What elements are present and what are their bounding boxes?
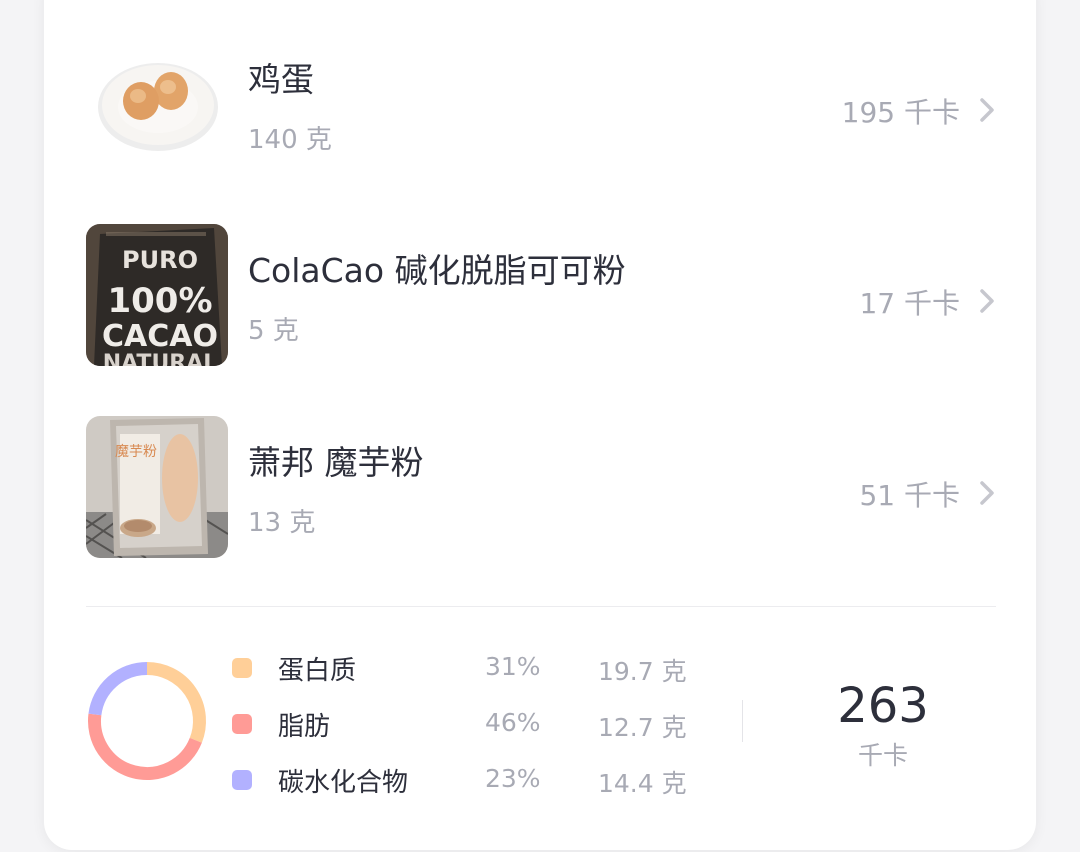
eggs-thumbnail (86, 33, 228, 175)
fat-arc (88, 713, 202, 780)
konjac-thumbnail: 魔芋粉 (86, 416, 228, 558)
chevron-right-icon (980, 481, 994, 505)
macro-percent: 31% (485, 652, 541, 681)
macro-percent: 46% (485, 708, 541, 737)
cacao-thumbnail: PURO 100% CACAO NATURAL (86, 224, 228, 366)
food-item-konjac[interactable]: 魔芋粉 萧邦 魔芋粉 13 克 51 千卡 (86, 416, 1006, 558)
package-text: 100% (107, 281, 212, 321)
carbs-arc (88, 662, 148, 716)
food-calories: 51 千卡 (859, 479, 960, 512)
macro-label: 碳水化合物 (278, 768, 409, 798)
macro-percent: 23% (485, 764, 541, 793)
fat-color-dot (232, 714, 252, 734)
macro-grams: 19.7 克 (598, 657, 687, 686)
total-calories-unit: 千卡 (857, 741, 908, 770)
section-divider (86, 606, 996, 607)
food-item-cacao[interactable]: PURO 100% CACAO NATURAL ColaCao 碱化脱脂可可粉 … (86, 224, 1006, 366)
macro-label: 蛋白质 (278, 656, 357, 686)
food-amount: 140 克 (248, 125, 332, 155)
chevron-right-icon (980, 289, 994, 313)
package-text: 魔芋粉 (115, 444, 157, 460)
food-calories: 195 千卡 (841, 96, 960, 129)
food-calories: 17 千卡 (859, 287, 960, 320)
protein-color-dot (232, 658, 252, 678)
food-item-eggs[interactable]: 鸡蛋 140 克 195 千卡 (86, 33, 1006, 175)
package-text: NATURAL (103, 351, 218, 366)
legend-fat: 脂肪 46% 12.7 克 (230, 704, 700, 744)
food-amount: 5 克 (248, 316, 299, 346)
vertical-divider (742, 700, 743, 742)
macro-label: 脂肪 (278, 712, 331, 742)
food-name: 萧邦 魔芋粉 (248, 443, 424, 482)
package-text: CACAO (102, 319, 218, 354)
macro-donut-chart (88, 662, 206, 780)
food-name: ColaCao 碱化脱脂可可粉 (248, 251, 626, 290)
legend-protein: 蛋白质 31% 19.7 克 (230, 648, 700, 688)
legend-carbs: 碳水化合物 23% 14.4 克 (230, 760, 700, 800)
package-text: PURO (122, 246, 198, 274)
macro-grams: 14.4 克 (598, 769, 687, 798)
macro-grams: 12.7 克 (598, 713, 687, 742)
total-calories-value: 263 (837, 678, 929, 734)
protein-arc (146, 662, 206, 743)
food-amount: 13 克 (248, 508, 316, 538)
food-name: 鸡蛋 (248, 60, 314, 99)
chevron-right-icon (980, 98, 994, 122)
carbs-color-dot (232, 770, 252, 790)
